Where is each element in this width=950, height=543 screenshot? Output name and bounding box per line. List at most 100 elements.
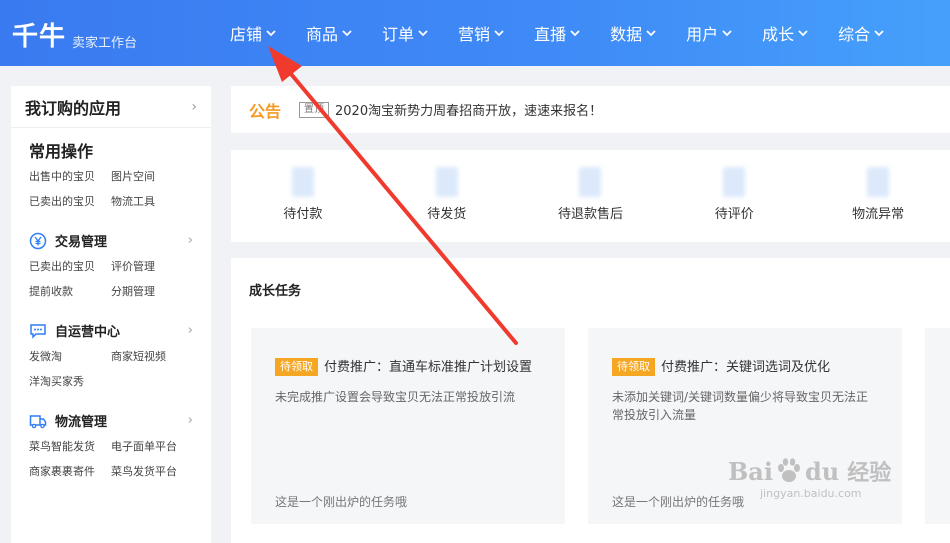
watermark-brand: Bai: [728, 456, 773, 486]
tasks-title: 成长任务: [249, 284, 302, 299]
logistics-icon: [867, 167, 890, 197]
order-label: 物流异常: [852, 207, 905, 222]
sidebar-link[interactable]: 提前收款: [29, 283, 111, 299]
chevron-down-icon: [494, 30, 504, 37]
announcement-link[interactable]: 2020淘宝新势力周春招商开放，速速来报名！: [335, 100, 602, 119]
nav-item-growth[interactable]: 成长: [762, 21, 808, 45]
growth-tasks-panel: 成长任务 待领取 付费推广：直通车标准推广计划设置 未完成推广设置会导致宝贝无法正…: [231, 258, 950, 543]
order-pending-shipment[interactable]: 待发货: [375, 150, 519, 242]
order-label: 待发货: [427, 207, 467, 222]
chevron-right-icon: ›: [191, 98, 197, 115]
order-status-panel: 待付款 待发货 待退款售后 待评价 物流异常: [231, 150, 950, 242]
order-label: 待评价: [714, 207, 754, 222]
nav-label: 成长: [762, 25, 795, 44]
pinned-tag: 置顶: [299, 101, 330, 118]
sidebar-link[interactable]: 菜鸟发货平台: [111, 463, 211, 479]
status-badge: 待领取: [612, 358, 655, 376]
nav-label: 综合: [838, 25, 871, 44]
task-footer: 这是一个刚出炉的任务哦: [275, 495, 408, 509]
order-logistics-exception[interactable]: 物流异常: [806, 150, 950, 242]
section-title: 自运营中心: [55, 325, 121, 340]
sidebar-link[interactable]: 菜鸟智能发货: [29, 438, 111, 454]
nav-label: 直播: [534, 25, 567, 44]
chevron-down-icon: [874, 30, 884, 37]
task-card[interactable]: 待领取 付费推广：直通车标准推广计划设置 未完成推广设置会导致宝贝无法正常投放引流…: [251, 328, 565, 524]
task-header: 待领取 付费推广：关键词选词及优化: [612, 356, 878, 380]
nav-item-orders[interactable]: 订单: [382, 21, 428, 45]
sidebar-link[interactable]: 物流工具: [111, 193, 211, 209]
watermark-url: jingyan.baidu.com: [760, 487, 862, 500]
nav-item-marketing[interactable]: 营销: [458, 21, 504, 45]
review-icon: [723, 167, 746, 197]
nav-item-shop[interactable]: 店铺: [230, 21, 276, 45]
task-title: 付费推广：关键词选词及优化: [661, 360, 831, 375]
section-logistics: 物流管理 › 菜鸟智能发货 电子面单平台 商家裹裹寄件 菜鸟发货平台: [11, 401, 211, 479]
sidebar-link[interactable]: 已卖出的宝贝: [29, 193, 111, 209]
link-grid: 已卖出的宝贝 评价管理 提前收款 分期管理: [29, 258, 193, 299]
truck-icon: [29, 414, 47, 428]
task-description: 未添加关键词/关键词数量偏少将导致宝贝无法正常投放引入流量: [612, 390, 869, 422]
watermark-brand-2: du: [804, 456, 840, 486]
nav-label: 用户: [686, 25, 719, 44]
baidu-watermark: Bai du 经验 jingyan.baidu.com: [728, 455, 891, 501]
sidebar-link[interactable]: 评价管理: [111, 258, 211, 274]
sidebar-link[interactable]: 商家裹裹寄件: [29, 463, 111, 479]
link-grid: 出售中的宝贝 图片空间 已卖出的宝贝 物流工具: [29, 168, 193, 209]
sidebar-header[interactable]: 我订购的应用 ›: [11, 86, 211, 128]
chevron-down-icon: [418, 30, 428, 37]
order-pending-review[interactable]: 待评价: [662, 150, 806, 242]
nav-item-goods[interactable]: 商品: [306, 21, 352, 45]
sidebar-link[interactable]: 发微淘: [29, 348, 111, 364]
order-refund[interactable]: 待退款售后: [519, 150, 663, 242]
section-trade: 交易管理 › 已卖出的宝贝 评价管理 提前收款 分期管理: [11, 221, 211, 299]
link-grid: 菜鸟智能发货 电子面单平台 商家裹裹寄件 菜鸟发货平台: [29, 438, 193, 479]
announcement-title: 公告: [249, 101, 282, 121]
task-footer: 这是一个刚出炉的任务哦: [612, 495, 745, 509]
app-logo[interactable]: 千牛: [12, 16, 66, 53]
chevron-down-icon: [266, 30, 276, 37]
section-header[interactable]: 交易管理 ›: [29, 231, 193, 250]
nav-label: 营销: [458, 25, 491, 44]
order-label: 待付款: [283, 207, 323, 222]
sidebar-title: 我订购的应用: [25, 98, 122, 118]
wallet-icon: [291, 167, 314, 197]
chat-bubble-icon: [30, 323, 46, 339]
section-common: 常用操作 出售中的宝贝 图片空间 已卖出的宝贝 物流工具: [11, 128, 211, 209]
task-card-partial[interactable]: [925, 328, 950, 524]
sidebar-link[interactable]: 出售中的宝贝: [29, 168, 111, 184]
order-label: 待退款售后: [557, 207, 623, 222]
sidebar-link[interactable]: 电子面单平台: [111, 438, 211, 454]
app-subtitle: 卖家工作台: [72, 36, 138, 51]
task-header: 待领取 付费推广：直通车标准推广计划设置: [275, 356, 541, 380]
nav-label: 商品: [306, 25, 339, 44]
section-header[interactable]: 自运营中心 ›: [29, 321, 193, 340]
sidebar-link[interactable]: 图片空间: [111, 168, 211, 184]
main-nav: 店铺 商品 订单 营销 直播 数据 用户 成长 综合: [230, 0, 914, 66]
section-ops: 自运营中心 › 发微淘 商家短视频 洋淘买家秀: [11, 311, 211, 389]
chevron-right-icon: ›: [187, 323, 193, 338]
chevron-down-icon: [646, 30, 656, 37]
sidebar-link[interactable]: 已卖出的宝贝: [29, 258, 111, 274]
task-title: 付费推广：直通车标准推广计划设置: [324, 360, 533, 375]
section-title: 常用操作: [29, 142, 94, 161]
nav-item-live[interactable]: 直播: [534, 21, 580, 45]
sidebar-link[interactable]: 分期管理: [111, 283, 211, 299]
announcement-bar: 公告 置顶 2020淘宝新势力周春招商开放，速速来报名！: [231, 86, 950, 133]
section-title: 交易管理: [55, 235, 108, 250]
nav-item-general[interactable]: 综合: [838, 21, 884, 45]
chevron-down-icon: [798, 30, 808, 37]
paw-icon: [777, 458, 800, 482]
sidebar-link[interactable]: 商家短视频: [111, 348, 211, 364]
order-pending-payment[interactable]: 待付款: [231, 150, 375, 242]
app-sidebar: 我订购的应用 › 常用操作 出售中的宝贝 图片空间 已卖出的宝贝 物流工具 交易…: [11, 86, 211, 543]
top-navbar: 千牛 卖家工作台 店铺 商品 订单 营销 直播 数据 用户 成长 综合: [0, 0, 950, 66]
nav-item-users[interactable]: 用户: [686, 21, 732, 45]
section-title: 物流管理: [55, 415, 108, 430]
sidebar-link[interactable]: 洋淘买家秀: [29, 373, 111, 389]
nav-label: 数据: [610, 25, 643, 44]
status-badge: 待领取: [275, 358, 318, 376]
nav-label: 店铺: [230, 25, 263, 44]
chevron-right-icon: ›: [187, 413, 193, 428]
section-header[interactable]: 物流管理 ›: [29, 411, 193, 430]
nav-item-data[interactable]: 数据: [610, 21, 656, 45]
